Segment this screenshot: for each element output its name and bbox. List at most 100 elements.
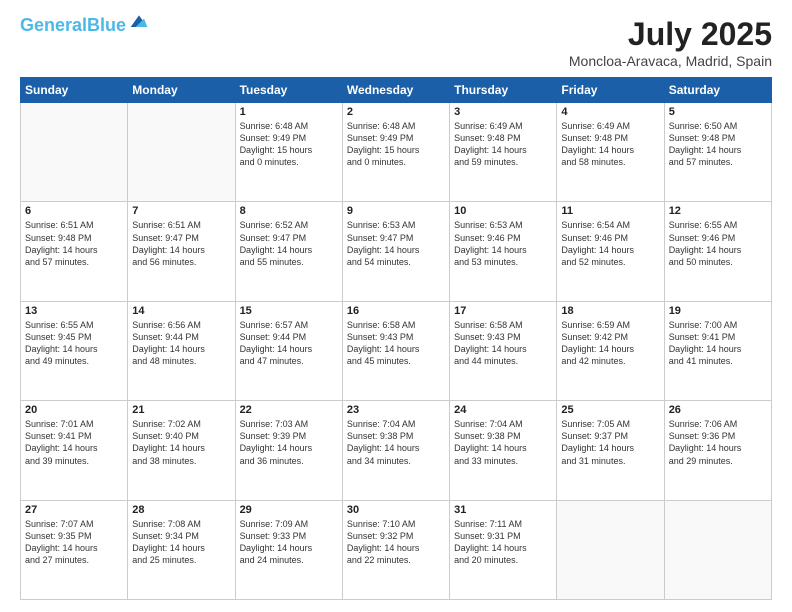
day-info: Sunrise: 6:52 AM Sunset: 9:47 PM Dayligh… (240, 219, 338, 268)
logo-icon (129, 12, 149, 32)
weekday-header-monday: Monday (128, 78, 235, 103)
day-info: Sunrise: 7:06 AM Sunset: 9:36 PM Dayligh… (669, 418, 767, 467)
weekday-header-tuesday: Tuesday (235, 78, 342, 103)
day-number: 14 (132, 305, 230, 317)
day-number: 31 (454, 504, 552, 516)
day-number: 8 (240, 205, 338, 217)
day-number: 27 (25, 504, 123, 516)
calendar-cell: 24 Sunrise: 7:04 AM Sunset: 9:38 PM Dayli… (450, 401, 557, 500)
calendar-cell: 30 Sunrise: 7:10 AM Sunset: 9:32 PM Dayli… (342, 500, 449, 599)
day-number: 23 (347, 404, 445, 416)
calendar-cell: 25 Sunrise: 7:05 AM Sunset: 9:37 PM Dayli… (557, 401, 664, 500)
calendar-cell: 1 Sunrise: 6:48 AM Sunset: 9:49 PM Daylig… (235, 103, 342, 202)
day-info: Sunrise: 6:59 AM Sunset: 9:42 PM Dayligh… (561, 319, 659, 368)
calendar-cell: 14 Sunrise: 6:56 AM Sunset: 9:44 PM Dayli… (128, 301, 235, 400)
day-info: Sunrise: 6:55 AM Sunset: 9:46 PM Dayligh… (669, 219, 767, 268)
calendar-cell: 3 Sunrise: 6:49 AM Sunset: 9:48 PM Daylig… (450, 103, 557, 202)
day-info: Sunrise: 6:57 AM Sunset: 9:44 PM Dayligh… (240, 319, 338, 368)
day-info: Sunrise: 6:55 AM Sunset: 9:45 PM Dayligh… (25, 319, 123, 368)
day-number: 15 (240, 305, 338, 317)
calendar-cell: 23 Sunrise: 7:04 AM Sunset: 9:38 PM Dayli… (342, 401, 449, 500)
day-info: Sunrise: 7:00 AM Sunset: 9:41 PM Dayligh… (669, 319, 767, 368)
day-info: Sunrise: 6:51 AM Sunset: 9:47 PM Dayligh… (132, 219, 230, 268)
calendar-week-4: 20 Sunrise: 7:01 AM Sunset: 9:41 PM Dayli… (21, 401, 772, 500)
day-number: 5 (669, 106, 767, 118)
location-title: Moncloa-Aravaca, Madrid, Spain (569, 53, 772, 69)
weekday-header-thursday: Thursday (450, 78, 557, 103)
calendar-cell: 7 Sunrise: 6:51 AM Sunset: 9:47 PM Daylig… (128, 202, 235, 301)
calendar-cell: 29 Sunrise: 7:09 AM Sunset: 9:33 PM Dayli… (235, 500, 342, 599)
calendar-header-row: SundayMondayTuesdayWednesdayThursdayFrid… (21, 78, 772, 103)
calendar-cell: 15 Sunrise: 6:57 AM Sunset: 9:44 PM Dayli… (235, 301, 342, 400)
day-number: 26 (669, 404, 767, 416)
header: GeneralBlue July 2025 Moncloa-Aravaca, M… (20, 16, 772, 69)
day-info: Sunrise: 6:56 AM Sunset: 9:44 PM Dayligh… (132, 319, 230, 368)
day-info: Sunrise: 7:07 AM Sunset: 9:35 PM Dayligh… (25, 518, 123, 567)
day-info: Sunrise: 6:48 AM Sunset: 9:49 PM Dayligh… (347, 120, 445, 169)
day-number: 17 (454, 305, 552, 317)
calendar-cell: 17 Sunrise: 6:58 AM Sunset: 9:43 PM Dayli… (450, 301, 557, 400)
day-info: Sunrise: 6:58 AM Sunset: 9:43 PM Dayligh… (454, 319, 552, 368)
calendar-cell: 19 Sunrise: 7:00 AM Sunset: 9:41 PM Dayli… (664, 301, 771, 400)
weekday-header-saturday: Saturday (664, 78, 771, 103)
day-number: 7 (132, 205, 230, 217)
page: GeneralBlue July 2025 Moncloa-Aravaca, M… (0, 0, 792, 612)
day-number: 3 (454, 106, 552, 118)
day-info: Sunrise: 6:53 AM Sunset: 9:47 PM Dayligh… (347, 219, 445, 268)
calendar-week-5: 27 Sunrise: 7:07 AM Sunset: 9:35 PM Dayli… (21, 500, 772, 599)
day-number: 20 (25, 404, 123, 416)
day-number: 25 (561, 404, 659, 416)
calendar-cell: 26 Sunrise: 7:06 AM Sunset: 9:36 PM Dayli… (664, 401, 771, 500)
day-info: Sunrise: 6:49 AM Sunset: 9:48 PM Dayligh… (454, 120, 552, 169)
calendar-cell: 21 Sunrise: 7:02 AM Sunset: 9:40 PM Dayli… (128, 401, 235, 500)
calendar-cell: 22Sunrise: 7:03 AM Sunset: 9:39 PM Dayli… (235, 401, 342, 500)
calendar-cell: 5Sunrise: 6:50 AM Sunset: 9:48 PM Daylig… (664, 103, 771, 202)
day-number: 13 (25, 305, 123, 317)
calendar-cell: 2 Sunrise: 6:48 AM Sunset: 9:49 PM Daylig… (342, 103, 449, 202)
day-info: Sunrise: 7:04 AM Sunset: 9:38 PM Dayligh… (347, 418, 445, 467)
day-info: Sunrise: 7:03 AM Sunset: 9:39 PM Dayligh… (240, 418, 338, 467)
calendar-week-3: 13 Sunrise: 6:55 AM Sunset: 9:45 PM Dayli… (21, 301, 772, 400)
day-number: 21 (132, 404, 230, 416)
calendar-cell: 6Sunrise: 6:51 AM Sunset: 9:48 PM Daylig… (21, 202, 128, 301)
day-number: 2 (347, 106, 445, 118)
day-info: Sunrise: 7:01 AM Sunset: 9:41 PM Dayligh… (25, 418, 123, 467)
day-info: Sunrise: 7:05 AM Sunset: 9:37 PM Dayligh… (561, 418, 659, 467)
day-info: Sunrise: 6:49 AM Sunset: 9:48 PM Dayligh… (561, 120, 659, 169)
day-info: Sunrise: 6:51 AM Sunset: 9:48 PM Dayligh… (25, 219, 123, 268)
day-info: Sunrise: 6:53 AM Sunset: 9:46 PM Dayligh… (454, 219, 552, 268)
day-number: 24 (454, 404, 552, 416)
day-info: Sunrise: 6:58 AM Sunset: 9:43 PM Dayligh… (347, 319, 445, 368)
calendar-cell: 10Sunrise: 6:53 AM Sunset: 9:46 PM Dayli… (450, 202, 557, 301)
calendar-cell (128, 103, 235, 202)
weekday-header-friday: Friday (557, 78, 664, 103)
day-number: 12 (669, 205, 767, 217)
day-number: 1 (240, 106, 338, 118)
day-number: 28 (132, 504, 230, 516)
calendar-cell (21, 103, 128, 202)
day-info: Sunrise: 7:10 AM Sunset: 9:32 PM Dayligh… (347, 518, 445, 567)
logo: GeneralBlue (20, 16, 149, 36)
weekday-header-wednesday: Wednesday (342, 78, 449, 103)
day-info: Sunrise: 7:04 AM Sunset: 9:38 PM Dayligh… (454, 418, 552, 467)
month-title: July 2025 (569, 16, 772, 53)
day-number: 19 (669, 305, 767, 317)
day-number: 18 (561, 305, 659, 317)
title-block: July 2025 Moncloa-Aravaca, Madrid, Spain (569, 16, 772, 69)
day-number: 16 (347, 305, 445, 317)
day-number: 11 (561, 205, 659, 217)
calendar-cell: 16 Sunrise: 6:58 AM Sunset: 9:43 PM Dayli… (342, 301, 449, 400)
calendar-cell: 11Sunrise: 6:54 AM Sunset: 9:46 PM Dayli… (557, 202, 664, 301)
day-info: Sunrise: 7:02 AM Sunset: 9:40 PM Dayligh… (132, 418, 230, 467)
day-number: 30 (347, 504, 445, 516)
calendar-cell: 20 Sunrise: 7:01 AM Sunset: 9:41 PM Dayli… (21, 401, 128, 500)
day-info: Sunrise: 7:09 AM Sunset: 9:33 PM Dayligh… (240, 518, 338, 567)
weekday-header-sunday: Sunday (21, 78, 128, 103)
day-info: Sunrise: 6:48 AM Sunset: 9:49 PM Dayligh… (240, 120, 338, 169)
calendar-cell: 28Sunrise: 7:08 AM Sunset: 9:34 PM Dayli… (128, 500, 235, 599)
calendar-week-1: 1 Sunrise: 6:48 AM Sunset: 9:49 PM Daylig… (21, 103, 772, 202)
day-number: 29 (240, 504, 338, 516)
day-number: 9 (347, 205, 445, 217)
logo-text: GeneralBlue (20, 16, 126, 36)
calendar-table: SundayMondayTuesdayWednesdayThursdayFrid… (20, 77, 772, 600)
